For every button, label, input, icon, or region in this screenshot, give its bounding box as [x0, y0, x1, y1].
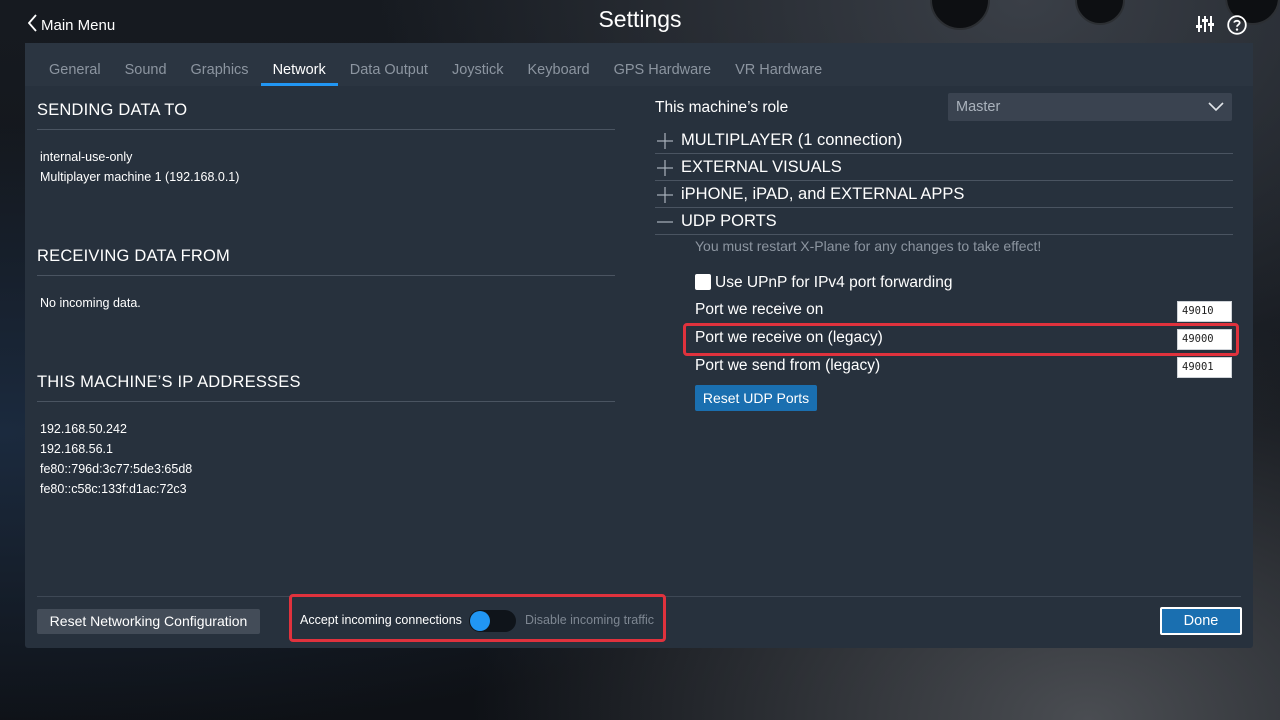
machine-role-value: Master [956, 99, 1001, 115]
plus-icon [655, 184, 681, 204]
chevron-down-icon [1208, 102, 1224, 112]
chevron-left-icon [27, 14, 41, 36]
tab-data-output[interactable]: Data Output [338, 43, 440, 86]
sending-data-title: SENDING DATA TO [37, 101, 615, 130]
tab-bar: General Sound Graphics Network Data Outp… [25, 43, 1253, 86]
plus-icon [655, 130, 681, 150]
udp-ports-section-header[interactable]: UDP PORTS [655, 208, 1233, 235]
tab-graphics[interactable]: Graphics [179, 43, 261, 86]
tab-joystick[interactable]: Joystick [440, 43, 516, 86]
toggle-knob [470, 611, 490, 631]
external-apps-section-header[interactable]: iPHONE, iPAD, and EXTERNAL APPS [655, 181, 1233, 208]
main-menu-label: Main Menu [41, 16, 116, 34]
external-apps-section-label: iPHONE, iPAD, and EXTERNAL APPS [681, 184, 965, 203]
machine-role-label: This machine’s role [655, 99, 789, 116]
help-icon[interactable] [1227, 15, 1247, 40]
port-receive-input[interactable]: 49010 [1177, 301, 1232, 322]
list-item: No incoming data. [40, 296, 141, 310]
ip-addresses-title: THIS MACHINE’S IP ADDRESSES [37, 373, 615, 402]
disable-incoming-label: Disable incoming traffic [525, 613, 654, 627]
external-visuals-section-label: EXTERNAL VISUALS [681, 157, 842, 176]
top-bar: Main Menu Settings [0, 0, 1280, 44]
port-receive-legacy-input[interactable]: 49000 [1177, 329, 1232, 350]
minus-icon [655, 211, 681, 231]
list-item: 192.168.56.1 [40, 442, 113, 456]
list-item: internal-use-only [40, 150, 133, 164]
plus-icon [655, 157, 681, 177]
restart-note: You must restart X-Plane for any changes… [695, 238, 1042, 254]
tab-vr-hardware[interactable]: VR Hardware [723, 43, 834, 86]
tab-sound[interactable]: Sound [113, 43, 179, 86]
done-button[interactable]: Done [1160, 607, 1242, 635]
port-receive-legacy-label: Port we receive on (legacy) [695, 329, 883, 346]
footer-divider [37, 596, 1241, 597]
list-item: fe80::c58c:133f:d1ac:72c3 [40, 482, 187, 496]
sliders-icon[interactable] [1195, 14, 1215, 39]
list-item: 192.168.50.242 [40, 422, 127, 436]
list-item: fe80::796d:3c77:5de3:65d8 [40, 462, 193, 476]
udp-ports-section-label: UDP PORTS [681, 211, 777, 230]
incoming-traffic-toggle[interactable] [469, 610, 516, 632]
tab-network[interactable]: Network [260, 43, 338, 86]
upnp-checkbox[interactable] [695, 274, 711, 290]
page-title: Settings [598, 6, 682, 32]
reset-udp-ports-button[interactable]: Reset UDP Ports [695, 385, 817, 411]
tab-general[interactable]: General [37, 43, 113, 86]
multiplayer-section-header[interactable]: MULTIPLAYER (1 connection) [655, 127, 1233, 154]
multiplayer-section-label: MULTIPLAYER (1 connection) [681, 130, 903, 149]
port-send-legacy-label: Port we send from (legacy) [695, 357, 881, 374]
port-receive-label: Port we receive on [695, 301, 824, 318]
accept-incoming-label: Accept incoming connections [300, 613, 462, 627]
port-send-legacy-input[interactable]: 49001 [1177, 357, 1232, 378]
tab-keyboard[interactable]: Keyboard [516, 43, 602, 86]
list-item: Multiplayer machine 1 (192.168.0.1) [40, 170, 240, 184]
external-visuals-section-header[interactable]: EXTERNAL VISUALS [655, 154, 1233, 181]
machine-role-select[interactable]: Master [948, 93, 1232, 121]
tab-gps-hardware[interactable]: GPS Hardware [602, 43, 724, 86]
reset-networking-button[interactable]: Reset Networking Configuration [37, 609, 260, 634]
settings-panel: General Sound Graphics Network Data Outp… [25, 43, 1253, 648]
receiving-data-title: RECEIVING DATA FROM [37, 247, 615, 276]
upnp-label: Use UPnP for IPv4 port forwarding [715, 274, 953, 291]
main-menu-back-button[interactable]: Main Menu [27, 14, 116, 36]
